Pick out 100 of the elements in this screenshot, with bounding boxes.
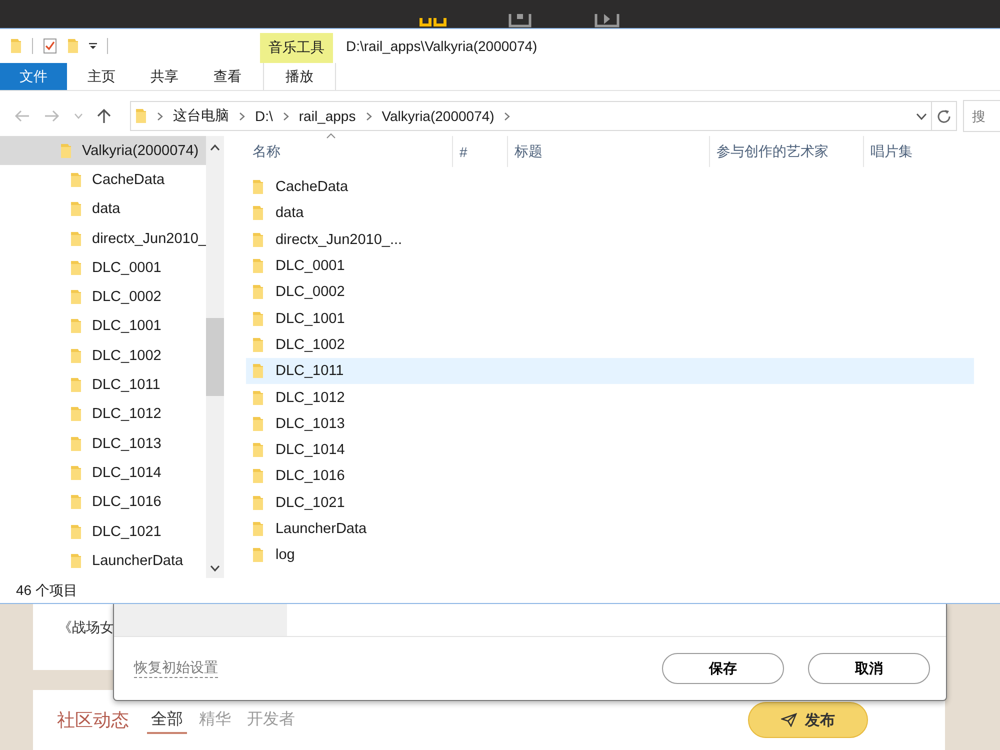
column-header[interactable]: 标题	[508, 136, 710, 167]
tree-item[interactable]: LauncherData	[0, 546, 206, 576]
item-count: 46 个项目	[15, 580, 78, 600]
file-row[interactable]: CacheData	[246, 174, 974, 200]
scrollbar-thumb[interactable]	[206, 318, 224, 396]
folder-icon	[60, 142, 72, 159]
file-row[interactable]: DLC_1021	[246, 490, 974, 516]
file-row[interactable]: log	[246, 542, 974, 568]
breadcrumb[interactable]: rail_apps	[298, 108, 356, 124]
folder-icon	[70, 318, 82, 334]
reset-link[interactable]: 恢复初始设置	[134, 659, 218, 678]
file-row[interactable]: DLC_1011	[246, 358, 974, 384]
file-row[interactable]: DLC_0001	[246, 252, 974, 280]
chevron-down-icon[interactable]	[916, 112, 927, 120]
folder-icon	[252, 416, 264, 432]
file-row[interactable]: directx_Jun2010_...	[246, 226, 974, 253]
folder-icon	[252, 442, 264, 458]
section-title: 社区动态	[57, 709, 129, 732]
file-row[interactable]: LauncherData	[246, 516, 974, 542]
file-row[interactable]: DLC_1016	[246, 463, 974, 490]
tree-item[interactable]: DLC_0001	[0, 253, 206, 282]
folder-icon	[70, 406, 82, 422]
folder-icon	[70, 289, 82, 306]
contextual-tab-group: 音乐工具	[260, 33, 333, 63]
folder-icon	[70, 524, 82, 540]
folder-icon	[70, 172, 82, 188]
file-tab[interactable]: 文件	[0, 63, 67, 90]
sort-caret-icon	[326, 133, 336, 139]
tree-item[interactable]: DLC_1011	[0, 370, 206, 400]
tree-item[interactable]: DLC_0002	[0, 282, 206, 312]
folder-icon	[70, 260, 82, 276]
refresh-button[interactable]	[932, 101, 957, 131]
tree-item[interactable]: directx_Jun2010_	[0, 224, 206, 254]
properties-icon[interactable]	[43, 38, 57, 54]
tree-item[interactable]: DLC_1001	[0, 312, 206, 342]
folder-icon	[70, 552, 82, 569]
tree-item[interactable]: DLC_1012	[0, 400, 206, 429]
chevron-right-icon	[282, 112, 289, 120]
window-title: D:\rail_apps\Valkyria(2000074)	[346, 38, 538, 54]
dialog-button[interactable]: 保存	[662, 653, 784, 684]
folder-icon	[67, 38, 79, 54]
tree-item[interactable]: DLC_1016	[0, 488, 206, 517]
column-header[interactable]: 唱片集	[864, 136, 1000, 167]
file-row[interactable]: DLC_1012	[246, 384, 974, 411]
breadcrumb[interactable]: D:\	[255, 108, 273, 124]
column-header[interactable]: #	[453, 136, 508, 167]
scroll-down-icon[interactable]	[210, 565, 220, 572]
folder-icon	[252, 547, 264, 564]
tree-item[interactable]: DLC_1021	[0, 516, 206, 546]
folder-icon	[252, 205, 264, 222]
folder-icon	[252, 468, 264, 484]
folder-icon	[135, 108, 147, 124]
search-field[interactable]: 搜	[963, 100, 1000, 132]
up-arrow-icon[interactable]	[97, 108, 111, 124]
address-bar[interactable]: 这台电脑 D:\ rail_apps Valkyria(2000074)	[130, 101, 932, 131]
video-icon[interactable]	[594, 14, 622, 28]
dropdown-icon[interactable]	[89, 42, 97, 50]
breadcrumb[interactable]: 这台电脑	[173, 107, 229, 125]
post-button[interactable]: 发布	[748, 702, 868, 738]
folder-icon	[70, 464, 82, 481]
folder-icon	[252, 494, 264, 511]
tree-item[interactable]: DLC_1013	[0, 428, 206, 458]
file-row[interactable]: DLC_1002	[246, 332, 974, 358]
folder-icon	[252, 284, 264, 300]
folder-icon	[252, 310, 264, 327]
folder-icon	[70, 436, 82, 452]
folder-icon	[10, 38, 22, 54]
refresh-icon	[937, 109, 951, 123]
folder-icon	[252, 521, 264, 537]
breadcrumb[interactable]: Valkyria(2000074)	[382, 108, 494, 124]
file-row[interactable]: DLC_0002	[246, 279, 974, 306]
folder-icon	[70, 201, 82, 218]
chevron-right-icon	[239, 112, 245, 120]
file-row[interactable]: DLC_1001	[246, 305, 974, 332]
folder-icon	[252, 232, 264, 248]
folder-icon	[252, 390, 264, 406]
column-header[interactable]: 参与创作的艺术家	[710, 136, 864, 167]
ribbon-tab[interactable]: 查看	[196, 63, 259, 90]
folder-icon	[70, 348, 82, 364]
card-text: 《战场女	[58, 619, 114, 637]
folder-icon	[70, 494, 82, 510]
file-row[interactable]: DLC_1013	[246, 410, 974, 437]
document-icon[interactable]	[508, 14, 534, 28]
scroll-up-icon[interactable]	[210, 144, 220, 151]
tree-item[interactable]: CacheData	[0, 165, 206, 195]
scrollbar[interactable]	[206, 136, 224, 578]
folder-icon	[252, 179, 264, 196]
dialog-button[interactable]: 取消	[808, 653, 930, 684]
ribbon-tab[interactable]: 主页	[70, 63, 133, 90]
file-row[interactable]: DLC_1014	[246, 436, 974, 464]
file-row[interactable]: data	[246, 200, 974, 227]
tree-item[interactable]: DLC_1002	[0, 341, 206, 370]
tree-item[interactable]: Valkyria(2000074)	[0, 136, 206, 166]
filter-tab[interactable]: 全部	[147, 706, 187, 734]
tree-item[interactable]: data	[0, 194, 206, 224]
tree-item[interactable]: DLC_1014	[0, 458, 206, 488]
ribbon-tab[interactable]: 共享	[133, 63, 196, 90]
paper-plane-icon	[781, 713, 797, 727]
column-header[interactable]: 名称	[246, 136, 454, 167]
folder-icon	[70, 230, 82, 247]
